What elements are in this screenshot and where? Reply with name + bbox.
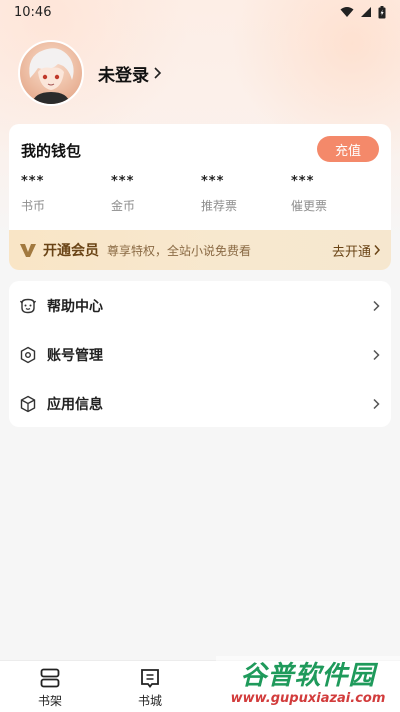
stat-recommend-tickets[interactable]: *** 推荐票 xyxy=(201,174,281,214)
battery-icon xyxy=(378,5,386,18)
tab-label: 书架 xyxy=(37,694,62,708)
menu-item-account-management[interactable]: 账号管理 xyxy=(9,330,391,379)
chevron-right-icon xyxy=(371,398,381,410)
bookstore-icon xyxy=(141,669,159,688)
status-icons xyxy=(340,5,386,19)
wifi-icon xyxy=(340,7,354,17)
wallet-stats: *** 书币 *** 金币 *** 推荐票 *** 催更票 xyxy=(21,174,381,214)
bookshelf-icon xyxy=(40,668,60,688)
avatar[interactable] xyxy=(18,40,84,106)
chevron-right-icon xyxy=(374,245,381,255)
stat-value: *** xyxy=(201,174,225,189)
status-bar: 10:46 xyxy=(0,0,400,24)
recharge-button[interactable]: 充值 xyxy=(317,136,379,162)
watermark-url: www.gupuxiazai.com xyxy=(230,690,386,706)
stat-label: 推荐票 xyxy=(201,199,238,213)
cube-info-icon xyxy=(19,395,37,413)
vip-subtitle: 尊享特权，全站小说免费看 xyxy=(107,243,252,258)
vip-banner[interactable]: 开通会员 尊享特权，全站小说免费看 去开通 xyxy=(9,230,391,270)
stat-book-coins[interactable]: *** 书币 xyxy=(21,174,101,214)
menu-item-app-info[interactable]: 应用信息 xyxy=(9,379,391,428)
vip-cta-label: 去开通 xyxy=(331,244,371,260)
stat-label: 金币 xyxy=(111,199,136,213)
tab-bookshelf[interactable]: 书架 xyxy=(20,667,80,711)
status-time: 10:46 xyxy=(14,4,52,20)
profile-name-label: 未登录 xyxy=(98,65,149,86)
login-link[interactable]: 未登录 xyxy=(98,61,163,86)
hexagon-settings-icon xyxy=(19,346,37,364)
wallet-card: 我的钱包 充值 *** 书币 *** 金币 *** 推荐票 *** 催更票 开通… xyxy=(9,124,391,270)
vip-crown-icon xyxy=(20,244,36,257)
profile-section[interactable]: 未登录 xyxy=(18,40,163,106)
stat-label: 催更票 xyxy=(291,199,328,213)
tab-bookstore[interactable]: 书城 xyxy=(120,667,180,711)
menu-item-label: 账号管理 xyxy=(47,347,103,364)
wallet-title: 我的钱包 xyxy=(21,142,82,160)
menu-item-label: 应用信息 xyxy=(47,396,103,413)
help-face-icon xyxy=(19,297,37,315)
chevron-right-icon xyxy=(371,349,381,361)
stat-value: *** xyxy=(21,174,45,189)
stat-value: *** xyxy=(111,174,135,189)
stat-gold-coins[interactable]: *** 金币 xyxy=(111,174,191,214)
watermark: 谷普软件园 www.gupuxiazai.com xyxy=(216,656,400,712)
watermark-title: 谷普软件园 xyxy=(240,660,376,691)
stat-urge-tickets[interactable]: *** 催更票 xyxy=(291,174,371,214)
tab-label: 书城 xyxy=(137,694,162,708)
chevron-right-icon xyxy=(154,67,162,79)
chevron-right-icon xyxy=(371,300,381,312)
menu-item-label: 帮助中心 xyxy=(47,298,103,315)
stat-value: *** xyxy=(291,174,315,189)
vip-title: 开通会员 xyxy=(43,243,99,259)
cellular-signal-icon xyxy=(361,7,371,17)
menu-card: 帮助中心 账号管理 应用信息 xyxy=(9,281,391,427)
stat-label: 书币 xyxy=(21,199,46,213)
vip-open-button[interactable]: 去开通 xyxy=(332,241,381,260)
menu-item-help-center[interactable]: 帮助中心 xyxy=(9,281,391,330)
